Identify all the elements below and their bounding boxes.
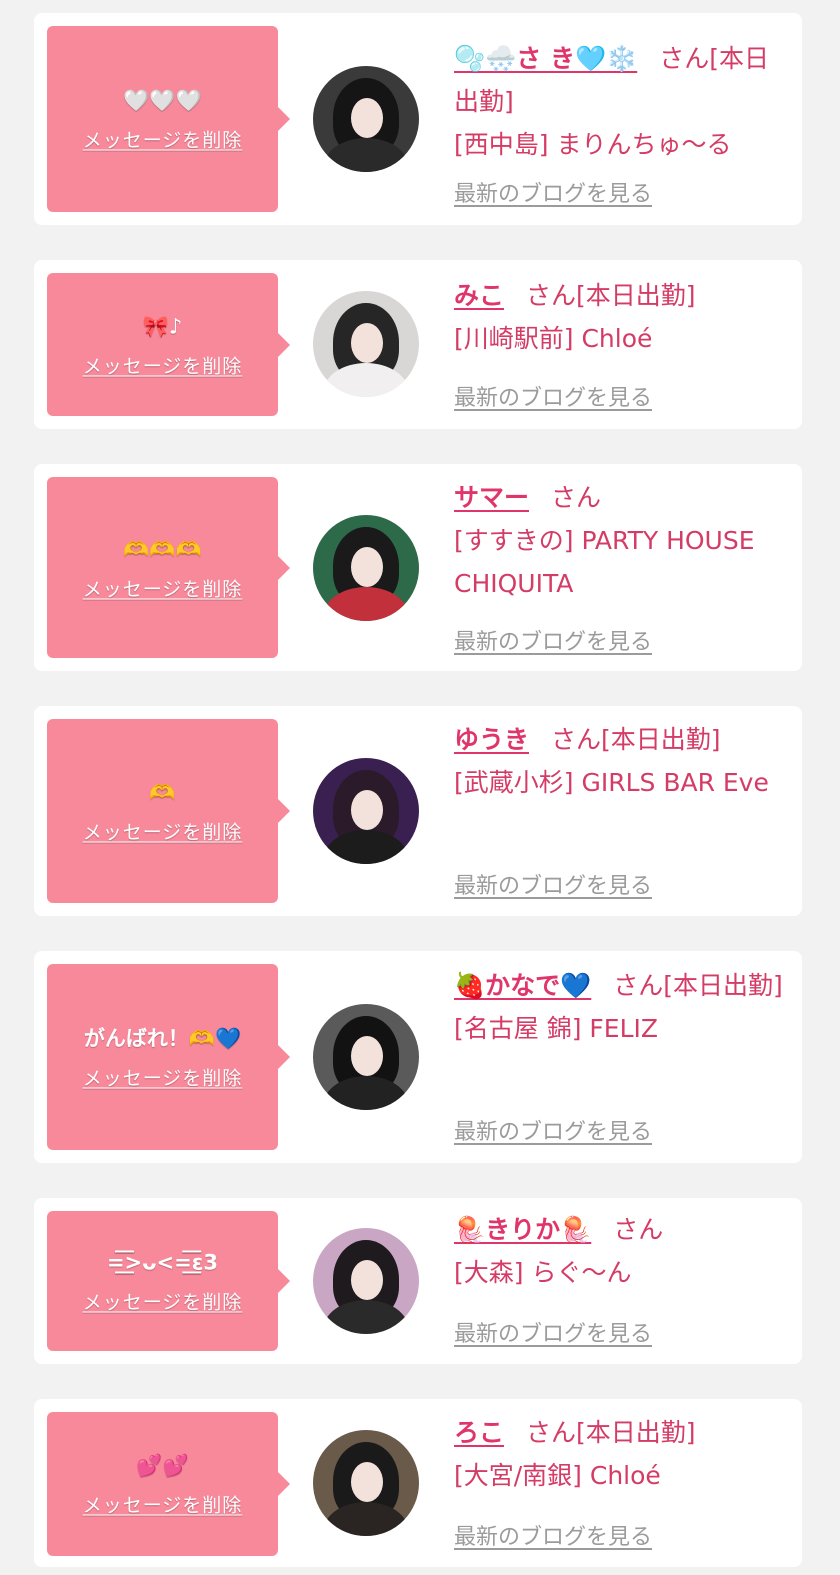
message-bubble: 🎀♪ メッセージを削除 xyxy=(47,273,290,416)
list-item: 🎀♪ メッセージを削除 みこ さん[本日出勤] [川崎駅前] Chloé 最新のブ… xyxy=(34,260,802,429)
delete-message-link[interactable]: メッセージを削除 xyxy=(83,1491,243,1518)
store-name: [大宮/南銀] Chloé xyxy=(454,1461,661,1490)
latest-blog-link[interactable]: 最新のブログを見る xyxy=(454,1316,652,1348)
message-text: 🤍🤍🤍 xyxy=(123,88,202,113)
honorific: さん xyxy=(659,44,710,73)
avatar[interactable] xyxy=(313,1228,419,1334)
list-item: 💕💕 メッセージを削除 ろこ さん[本日出勤] [大宮/南銀] Chloé 最新の… xyxy=(34,1399,802,1567)
honorific: さん xyxy=(613,1215,664,1244)
delete-message-link[interactable]: メッセージを削除 xyxy=(83,1288,243,1315)
store-name: [武蔵小杉] GIRLS BAR Eve xyxy=(454,768,769,797)
latest-blog-link[interactable]: 最新のブログを見る xyxy=(454,1114,652,1146)
latest-blog-link[interactable]: 最新のブログを見る xyxy=(454,624,652,656)
delete-message-link[interactable]: メッセージを削除 xyxy=(83,574,243,601)
cast-name-link[interactable]: ろこ xyxy=(454,1418,504,1447)
cast-name-link[interactable]: サマー xyxy=(454,483,529,512)
message-bubble: 🫶🫶🫶 メッセージを削除 xyxy=(47,477,290,658)
message-text: 🫶🫶🫶 xyxy=(123,537,202,561)
cast-name-link[interactable]: 🍓かなで💙 xyxy=(454,971,591,1000)
cast-name-link[interactable]: 🫧🌨️さ き🩵❄️ xyxy=(454,44,637,73)
delete-message-link[interactable]: メッセージを削除 xyxy=(83,818,243,845)
store-name: [大森] らぐ〜ん xyxy=(454,1258,632,1287)
latest-blog-link[interactable]: 最新のブログを見る xyxy=(454,380,652,412)
work-status: [本日出勤] xyxy=(576,1418,696,1447)
message-bubble: 🫶 メッセージを削除 xyxy=(47,719,290,903)
message-text: 💕💕 xyxy=(136,1453,189,1478)
honorific: さん xyxy=(551,483,602,512)
latest-blog-link[interactable]: 最新のブログを見る xyxy=(454,176,652,208)
cast-name-link[interactable]: 🪼きりか🪼 xyxy=(454,1215,591,1244)
message-bubble: がんばれ！🫶💙 メッセージを削除 xyxy=(47,964,290,1150)
store-name: [名古屋 錦] FELIZ xyxy=(454,1014,659,1043)
profile-info: ろこ さん[本日出勤] [大宮/南銀] Chloé xyxy=(454,1411,790,1497)
avatar[interactable] xyxy=(313,291,419,397)
store-name: [川崎駅前] Chloé xyxy=(454,324,653,353)
message-bubble: 💕💕 メッセージを削除 xyxy=(47,1412,290,1556)
profile-info: サマー さん [すすきの] PARTY HOUSE CHIQUITA xyxy=(454,476,790,605)
work-status: [本日出勤] xyxy=(663,971,783,1000)
avatar[interactable] xyxy=(313,758,419,864)
avatar[interactable] xyxy=(313,515,419,621)
list-item: 🫶🫶🫶 メッセージを削除 サマー さん [すすきの] PARTY HOUSE CH… xyxy=(34,464,802,671)
profile-info: 🍓かなで💙 さん[本日出勤] [名古屋 錦] FELIZ xyxy=(454,964,790,1050)
delete-message-link[interactable]: メッセージを削除 xyxy=(83,1064,243,1091)
avatar[interactable] xyxy=(313,66,419,172)
honorific: さん xyxy=(613,971,664,1000)
latest-blog-link[interactable]: 最新のブログを見る xyxy=(454,868,652,900)
avatar[interactable] xyxy=(313,1004,419,1110)
message-text: =͟͟͞͞>ᴗ<=͟͟͞͞ε3 xyxy=(106,1250,219,1275)
profile-info: ゆうき さん[本日出勤] [武蔵小杉] GIRLS BAR Eve xyxy=(454,718,790,804)
avatar[interactable] xyxy=(313,1430,419,1536)
message-list: 🤍🤍🤍 メッセージを削除 🫧🌨️さ き🩵❄️ さん[本日出勤] [西中島] まりん… xyxy=(0,0,840,1575)
store-name: [すすきの] PARTY HOUSE CHIQUITA xyxy=(454,526,755,598)
message-bubble: =͟͟͞͞>ᴗ<=͟͟͞͞ε3 メッセージを削除 xyxy=(47,1211,290,1351)
list-item: 🫶 メッセージを削除 ゆうき さん[本日出勤] [武蔵小杉] GIRLS BAR … xyxy=(34,706,802,916)
profile-info: みこ さん[本日出勤] [川崎駅前] Chloé xyxy=(454,274,790,360)
profile-info: 🪼きりか🪼 さん [大森] らぐ〜ん xyxy=(454,1208,790,1294)
store-name: [西中島] まりんちゅ〜る xyxy=(454,130,732,159)
delete-message-link[interactable]: メッセージを削除 xyxy=(83,351,243,378)
latest-blog-link[interactable]: 最新のブログを見る xyxy=(454,1519,652,1551)
message-text: 🫶 xyxy=(149,780,176,805)
list-item: =͟͟͞͞>ᴗ<=͟͟͞͞ε3 メッセージを削除 🪼きりか🪼 さん [大森] らぐ… xyxy=(34,1198,802,1364)
honorific: さん xyxy=(526,281,577,310)
profile-info: 🫧🌨️さ き🩵❄️ さん[本日出勤] [西中島] まりんちゅ〜る xyxy=(454,37,790,166)
message-bubble: 🤍🤍🤍 メッセージを削除 xyxy=(47,26,290,212)
list-item: 🤍🤍🤍 メッセージを削除 🫧🌨️さ き🩵❄️ さん[本日出勤] [西中島] まりん… xyxy=(34,13,802,225)
message-text: 🎀♪ xyxy=(142,314,183,338)
honorific: さん xyxy=(526,1418,577,1447)
list-item: がんばれ！🫶💙 メッセージを削除 🍓かなで💙 さん[本日出勤] [名古屋 錦] F… xyxy=(34,951,802,1163)
delete-message-link[interactable]: メッセージを削除 xyxy=(83,126,243,153)
honorific: さん xyxy=(551,725,602,754)
work-status: [本日出勤] xyxy=(576,281,696,310)
work-status: [本日出勤] xyxy=(601,725,721,754)
message-text: がんばれ！🫶💙 xyxy=(83,1026,242,1051)
cast-name-link[interactable]: みこ xyxy=(454,281,504,310)
cast-name-link[interactable]: ゆうき xyxy=(454,725,529,754)
